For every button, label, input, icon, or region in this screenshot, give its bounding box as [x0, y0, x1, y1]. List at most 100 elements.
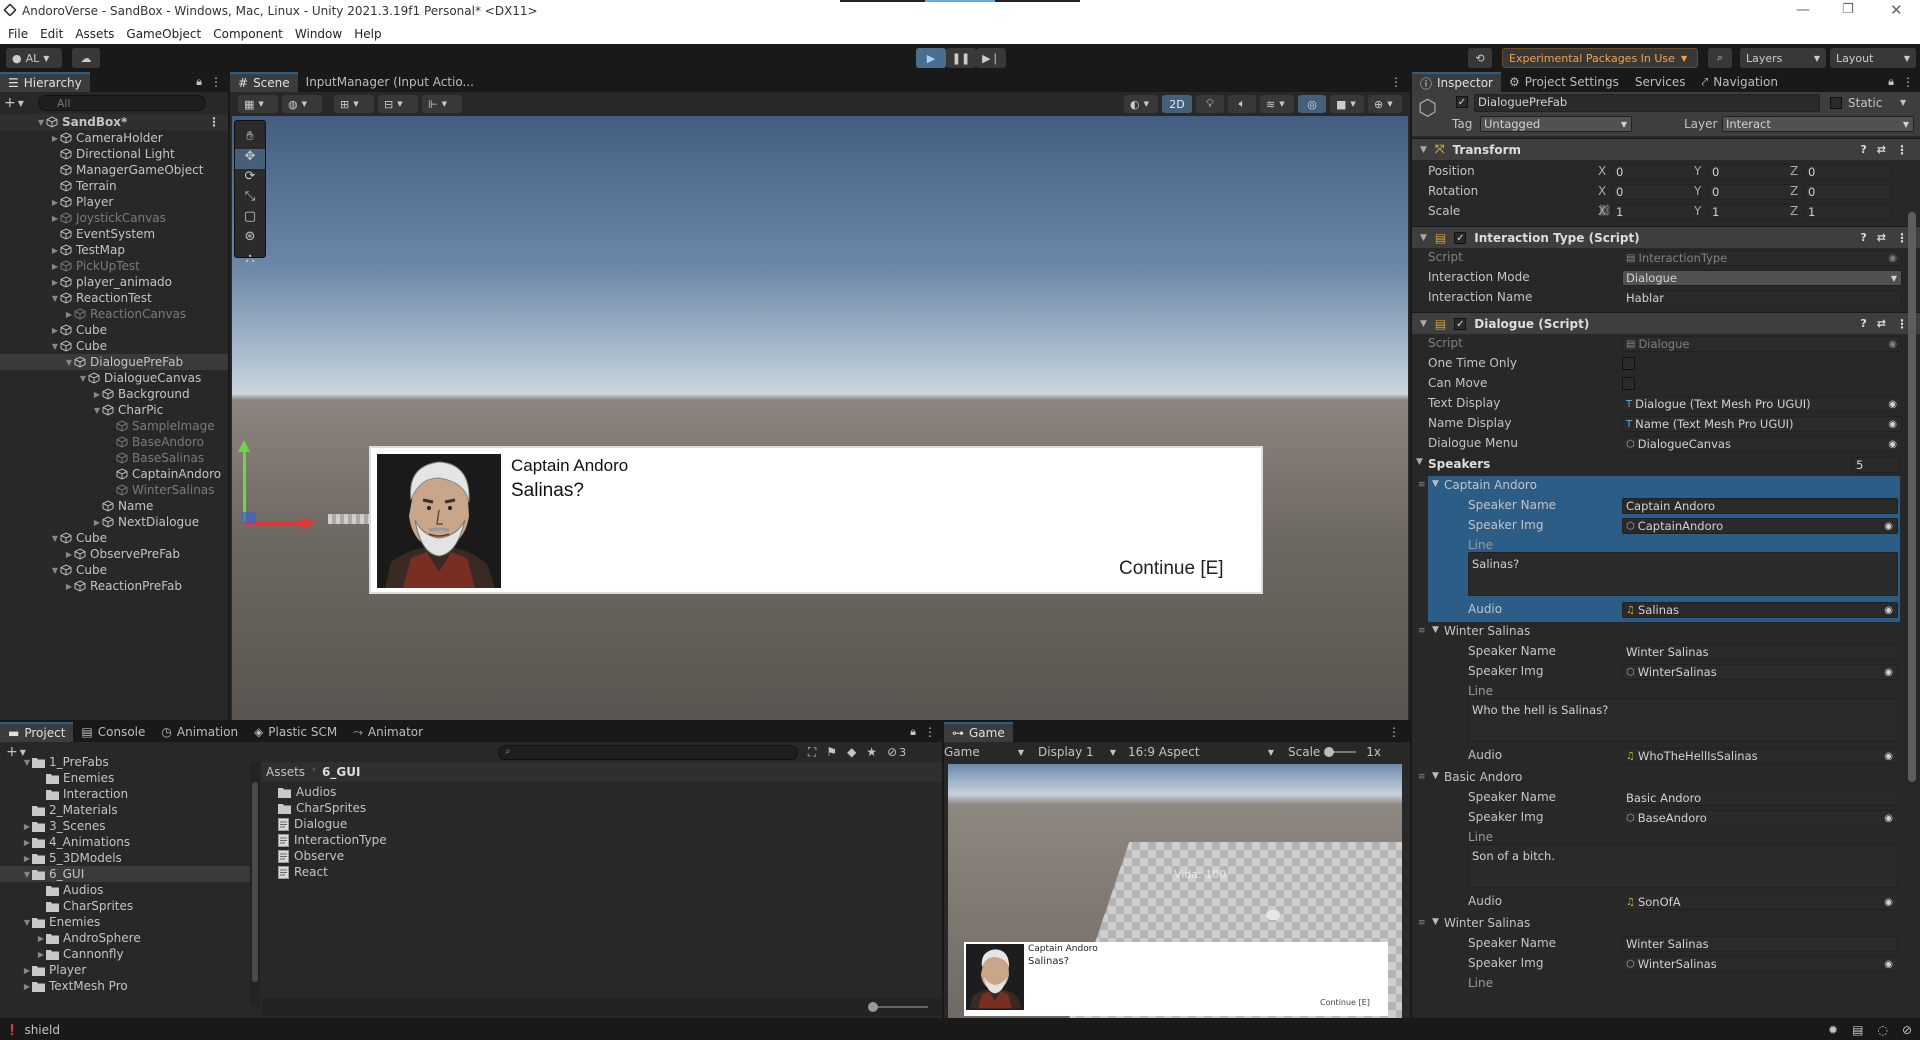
scale-tool-icon[interactable]: ⤡ [235, 189, 265, 209]
draw-mode-button[interactable]: ▦ ▼ [238, 95, 278, 113]
pause-button[interactable]: ❚❚ [946, 48, 976, 68]
asset-item[interactable]: CharSprites [278, 800, 678, 816]
text-display-field[interactable]: T Dialogue (Text Mesh Pro UGUI) ◉ [1622, 396, 1902, 412]
bug-icon[interactable]: ✹ [1828, 1023, 1838, 1037]
rotation-x-field[interactable]: 0 [1612, 184, 1700, 200]
tab-scene[interactable]: # Scene [230, 72, 298, 92]
scale-x-field[interactable]: 1 [1612, 204, 1700, 220]
more-icon[interactable]: ⋮ [1388, 725, 1400, 739]
icon-size-slider-thumb[interactable] [868, 1002, 878, 1012]
object-picker-icon[interactable]: ◉ [1884, 813, 1893, 824]
expand-arrow-down-icon[interactable]: ▼ [50, 342, 60, 351]
project-folder[interactable]: ▶ AndroSphere [0, 930, 250, 946]
object-picker-icon[interactable]: ◉ [1888, 399, 1897, 410]
expand-arrow-down-icon[interactable]: ▼ [1432, 771, 1439, 781]
game-dialogue-continue[interactable]: Continue [E] [1320, 998, 1370, 1007]
one-time-only-checkbox[interactable] [1622, 357, 1635, 370]
scene-viewport[interactable]: ✋︎ ✥ ⟳ ⤡ ▢ ⊛ ⛬ Captain Andoro Salinas? C… [232, 116, 1408, 720]
menu-edit[interactable]: Edit [40, 27, 63, 41]
drag-handle-icon[interactable]: ≡ [1418, 626, 1426, 636]
expand-arrow-right-icon[interactable]: ▶ [22, 966, 32, 975]
object-picker-icon[interactable]: ◉ [1884, 897, 1893, 908]
more-icon[interactable]: ⋮ [1896, 317, 1908, 331]
scale-slider[interactable] [1324, 747, 1357, 757]
inspector-scrollbar[interactable] [1908, 212, 1916, 782]
object-picker-icon[interactable]: ◉ [1884, 605, 1893, 616]
rotation-z-field[interactable]: 0 [1804, 184, 1892, 200]
object-picker-icon[interactable]: ◉ [1884, 959, 1893, 970]
help-icon[interactable]: ? [1860, 231, 1866, 244]
tab-services[interactable]: Services [1627, 72, 1694, 92]
hierarchy-item[interactable]: BaseSalinas [0, 450, 228, 466]
expand-arrow-down-icon[interactable]: ▼ [1420, 145, 1427, 155]
project-folder[interactable]: ▼ 6_GUI [0, 866, 250, 882]
gizmos-button[interactable]: ⊕ ▼ [1368, 95, 1402, 113]
expand-arrow-down-icon[interactable]: ▼ [1432, 625, 1439, 635]
dialogue-menu-field[interactable]: ⬡ DialogueCanvas ◉ [1622, 436, 1902, 452]
grid-snap-button[interactable]: ⊞ ▼ [334, 95, 374, 113]
speaker-element-header[interactable]: Captain Andoro [1444, 478, 1537, 492]
custom-tool-icon[interactable]: ⛬ [235, 251, 265, 271]
interaction-mode-dropdown[interactable]: Dialogue ▼ [1622, 270, 1902, 286]
minimize-icon[interactable]: — [1796, 2, 1810, 18]
breadcrumb-assets[interactable]: Assets [266, 765, 305, 779]
expand-arrow-right-icon[interactable]: ▶ [92, 518, 102, 527]
project-tree-scrollbar[interactable] [250, 762, 260, 1006]
display-dropdown[interactable]: Display 1 ▼ [1038, 745, 1122, 759]
search-button[interactable]: ⌕ [1708, 48, 1732, 68]
project-folder[interactable]: 2_Materials [0, 802, 250, 818]
menu-gameobject[interactable]: GameObject [126, 27, 201, 41]
grid-toggle-button[interactable]: ⊟ ▼ [378, 95, 418, 113]
tab-animation[interactable]: ◷ Animation [153, 722, 246, 742]
asset-item[interactable]: Audios [278, 784, 678, 800]
hierarchy-item[interactable]: ▼ Cube [0, 338, 228, 354]
project-folder[interactable]: Enemies [0, 770, 250, 786]
chevron-down-icon[interactable]: ▼ [18, 99, 24, 108]
tab-hierarchy[interactable]: ☰ Hierarchy [0, 72, 90, 92]
drag-handle-icon[interactable]: ≡ [1418, 918, 1426, 928]
audio-field[interactable]: ♫ Salinas ◉ [1622, 602, 1898, 618]
project-folder[interactable]: ▶ Player [0, 962, 250, 978]
2d-toggle[interactable]: 2D [1162, 95, 1192, 113]
speaker-name-field[interactable]: Winter Salinas [1622, 936, 1898, 952]
layer-dropdown[interactable]: Interact ▼ [1722, 116, 1914, 132]
hierarchy-item[interactable]: BaseAndoro [0, 434, 228, 450]
increment-snap-button[interactable]: ⊩ ▼ [422, 95, 462, 113]
hierarchy-item[interactable]: SampleImage [0, 418, 228, 434]
help-icon[interactable]: ? [1860, 143, 1866, 156]
project-folder[interactable]: Interaction [0, 786, 250, 802]
project-folder[interactable]: ▼ Enemies [0, 914, 250, 930]
chevron-down-icon[interactable]: ▼ [1900, 98, 1906, 107]
hierarchy-item[interactable]: ▶ JoystickCanvas [0, 210, 228, 226]
hand-tool-icon[interactable]: ✋︎ [235, 129, 265, 149]
scale-z-field[interactable]: 1 [1804, 204, 1892, 220]
restore-icon[interactable]: ❐ [1842, 2, 1854, 17]
speakers-list-header[interactable]: ▼ Speakers 5 [1412, 454, 1920, 476]
expand-arrow-down-icon[interactable]: ▼ [22, 870, 32, 879]
expand-arrow-right-icon[interactable]: ▶ [50, 326, 60, 335]
account-button[interactable]: ● AL ▼ [6, 48, 62, 68]
hierarchy-item[interactable]: ManagerGameObject [0, 162, 228, 178]
can-move-checkbox[interactable] [1622, 377, 1635, 390]
hierarchy-item[interactable]: Directional Light [0, 146, 228, 162]
transform-header[interactable]: ▼ ⤧ Transform? ⇄ ⋮ [1412, 138, 1920, 160]
speaker-name-field[interactable]: Winter Salinas [1622, 644, 1898, 660]
interaction-name-field[interactable]: Hablar [1622, 290, 1902, 306]
lighting-toggle[interactable]: 💡︎ [1196, 95, 1224, 113]
check-icon[interactable]: ⊘ [1902, 1023, 1912, 1037]
object-picker-icon[interactable]: ◉ [1884, 667, 1893, 678]
speaker-img-field[interactable]: ⬡ WinterSalinas ◉ [1622, 956, 1898, 972]
expand-arrow-down-icon[interactable]: ▼ [1432, 917, 1439, 927]
expand-arrow-right-icon[interactable]: ▶ [92, 390, 102, 399]
hierarchy-item[interactable]: ▶ TestMap [0, 242, 228, 258]
hierarchy-search-input[interactable] [37, 95, 206, 111]
expand-arrow-down-icon[interactable]: ▼ [50, 534, 60, 543]
more-icon[interactable]: ⋮ [1902, 75, 1914, 89]
dialogue-continue-button[interactable]: Continue [E] [1119, 558, 1224, 580]
lock-icon[interactable]: 🔒︎ [910, 725, 916, 739]
shading-button[interactable]: ◐ ▼ [1124, 95, 1158, 113]
expand-arrow-down-icon[interactable]: ▼ [1416, 457, 1423, 467]
static-checkbox[interactable] [1830, 97, 1842, 109]
project-folder[interactable]: ▶ 5_3DModels [0, 850, 250, 866]
object-picker-icon[interactable]: ◉ [1884, 521, 1893, 532]
